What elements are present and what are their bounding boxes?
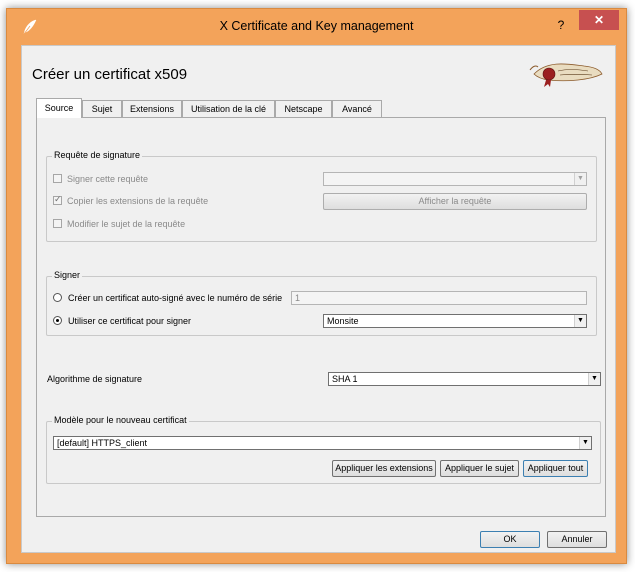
signature-algorithm-label: Algorithme de signature bbox=[47, 374, 143, 384]
xca-logo-icon bbox=[529, 63, 603, 87]
tab-key-usage[interactable]: Utilisation de la clé bbox=[182, 100, 275, 117]
modify-subject-checkbox[interactable] bbox=[53, 219, 62, 228]
request-select[interactable]: ▼ bbox=[323, 172, 587, 186]
window-title: X Certificate and Key management bbox=[219, 19, 414, 33]
title-bar[interactable]: X Certificate and Key management ? ✕ bbox=[7, 9, 626, 45]
copy-extensions-checkbox[interactable] bbox=[53, 194, 62, 205]
chevron-down-icon[interactable]: ▼ bbox=[574, 173, 586, 185]
cancel-button[interactable]: Annuler bbox=[547, 531, 607, 548]
self-signed-radio[interactable] bbox=[53, 293, 62, 302]
sign-request-checkbox-row[interactable]: Signer cette requête bbox=[53, 174, 148, 184]
help-button[interactable]: ? bbox=[554, 18, 568, 32]
sign-request-checkbox[interactable] bbox=[53, 174, 62, 183]
chevron-down-icon[interactable]: ▼ bbox=[579, 437, 591, 449]
apply-all-button[interactable]: Appliquer tout bbox=[523, 460, 588, 477]
sign-request-label: Signer cette requête bbox=[67, 174, 149, 184]
tab-source[interactable]: Source bbox=[36, 98, 82, 118]
use-certificate-label: Utiliser ce certificat pour signer bbox=[68, 316, 192, 326]
close-button[interactable]: ✕ bbox=[579, 10, 619, 30]
use-certificate-radio[interactable] bbox=[53, 316, 62, 325]
tab-subject[interactable]: Sujet bbox=[82, 100, 122, 117]
signing-certificate-select[interactable]: Monsite ▼ bbox=[323, 314, 587, 328]
template-select[interactable]: [default] HTTPS_client ▼ bbox=[53, 436, 592, 450]
tab-netscape[interactable]: Netscape bbox=[275, 100, 332, 117]
copy-extensions-checkbox-row[interactable]: Copier les extensions de la requête bbox=[53, 194, 209, 206]
tab-advanced[interactable]: Avancé bbox=[332, 100, 382, 117]
template-value: [default] HTTPS_client bbox=[57, 438, 148, 448]
self-signed-label: Créer un certificat auto-signé avec le n… bbox=[68, 293, 283, 303]
signer-group: Signer Créer un certificat auto-signé av… bbox=[46, 270, 597, 336]
signing-certificate-value: Monsite bbox=[327, 316, 359, 326]
ok-button[interactable]: OK bbox=[480, 531, 540, 548]
serial-number-input[interactable]: 1 bbox=[291, 291, 587, 305]
signature-algorithm-value: SHA 1 bbox=[332, 374, 358, 384]
signer-title: Signer bbox=[52, 270, 83, 280]
self-signed-radio-row[interactable]: Créer un certificat auto-signé avec le n… bbox=[53, 293, 282, 303]
use-certificate-radio-row[interactable]: Utiliser ce certificat pour signer bbox=[53, 316, 191, 326]
tab-extensions[interactable]: Extensions bbox=[122, 100, 182, 117]
signature-algorithm-select[interactable]: SHA 1 ▼ bbox=[328, 372, 601, 386]
chevron-down-icon[interactable]: ▼ bbox=[574, 315, 586, 327]
dialog-body: Créer un certificat x509 Source Sujet Ex… bbox=[21, 45, 616, 553]
copy-extensions-label: Copier les extensions de la requête bbox=[67, 196, 209, 206]
app-window: X Certificate and Key management ? ✕ Cré… bbox=[6, 8, 627, 564]
chevron-down-icon[interactable]: ▼ bbox=[588, 373, 600, 385]
modify-subject-label: Modifier le sujet de la requête bbox=[67, 219, 186, 229]
source-tab-panel: Requête de signature Signer cette requêt… bbox=[36, 117, 606, 517]
dialog-heading: Créer un certificat x509 bbox=[32, 66, 188, 83]
template-title: Modèle pour le nouveau certificat bbox=[52, 415, 189, 425]
template-group: Modèle pour le nouveau certificat [defau… bbox=[46, 415, 601, 484]
modify-subject-checkbox-row[interactable]: Modifier le sujet de la requête bbox=[53, 219, 185, 229]
show-request-button[interactable]: Afficher la requête bbox=[323, 193, 587, 210]
signing-request-title: Requête de signature bbox=[52, 150, 143, 160]
apply-extensions-button[interactable]: Appliquer les extensions bbox=[332, 460, 436, 477]
signing-request-group: Requête de signature Signer cette requêt… bbox=[46, 150, 597, 242]
apply-subject-button[interactable]: Appliquer le sujet bbox=[440, 460, 519, 477]
